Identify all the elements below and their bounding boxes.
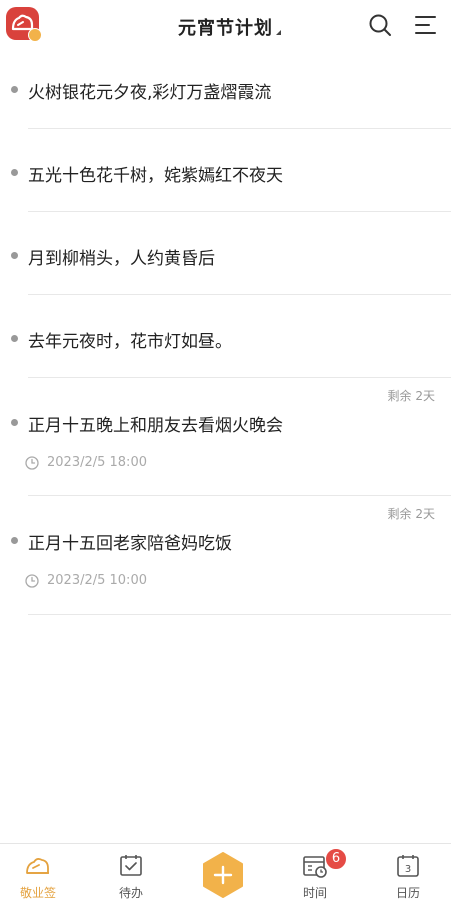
add-button[interactable] xyxy=(200,852,246,898)
bullet-icon xyxy=(11,419,18,426)
notification-badge: 6 xyxy=(325,848,347,870)
tab-label: 敬业签 xyxy=(19,886,56,900)
remaining-days: 剩余 2天 xyxy=(387,389,435,403)
note-list: 火树银花元夕夜,彩灯万盏熠霞流 五光十色花千树，姹紫嫣红不夜天 月到柳梢头，人约… xyxy=(0,46,451,615)
clock-icon xyxy=(25,573,39,588)
bullet-icon xyxy=(11,537,18,544)
tab-todo[interactable]: 待办 xyxy=(96,844,166,909)
calendar-icon: 3 xyxy=(397,855,419,877)
tab-label: 待办 xyxy=(118,886,143,900)
menu-icon[interactable] xyxy=(413,12,439,38)
reminder-time: 2023/2/5 18:00 xyxy=(25,455,147,470)
search-icon[interactable] xyxy=(367,12,393,38)
list-item[interactable]: 五光十色花千树，姹紫嫣红不夜天 xyxy=(11,129,451,212)
bullet-icon xyxy=(11,169,18,176)
tab-jingyeqian[interactable]: 敬业签 xyxy=(3,844,73,909)
reminder-time: 2023/2/5 10:00 xyxy=(25,573,147,588)
list-item[interactable]: 火树银花元夕夜,彩灯万盏熠霞流 xyxy=(11,46,451,129)
item-text: 去年元夜时，花市灯如昼。 xyxy=(28,332,232,352)
list-item[interactable]: 去年元夜时，花市灯如昼。 xyxy=(11,295,451,378)
tab-label: 时间 xyxy=(302,886,327,900)
remaining-days: 剩余 2天 xyxy=(387,507,435,521)
time-text: 2023/2/5 18:00 xyxy=(47,455,147,470)
clock-icon xyxy=(25,455,39,470)
list-item[interactable]: 月到柳梢头，人约黄昏后 xyxy=(11,212,451,295)
item-text: 五光十色花千树，姹紫嫣红不夜天 xyxy=(28,166,283,186)
item-text: 月到柳梢头，人约黄昏后 xyxy=(28,249,215,269)
cloud-note-icon xyxy=(26,857,49,874)
tab-label: 日历 xyxy=(395,886,420,900)
list-item[interactable]: 剩余 2天 正月十五回老家陪爸妈吃饭 2023/2/5 10:00 xyxy=(11,496,451,615)
item-text: 正月十五晚上和朋友去看烟火晚会 xyxy=(28,416,283,436)
title-dropdown-caret-icon[interactable] xyxy=(276,30,281,35)
time-text: 2023/2/5 10:00 xyxy=(47,573,147,588)
calendar-day: 3 xyxy=(405,864,411,875)
bullet-icon xyxy=(11,252,18,259)
item-text: 正月十五回老家陪爸妈吃饭 xyxy=(28,534,232,554)
header: 元宵节计划 xyxy=(0,0,451,52)
bullet-icon xyxy=(11,335,18,342)
todo-check-icon xyxy=(120,855,142,876)
tab-calendar[interactable]: 3 日历 xyxy=(373,844,443,909)
bullet-icon xyxy=(11,86,18,93)
list-item[interactable]: 剩余 2天 正月十五晚上和朋友去看烟火晚会 2023/2/5 18:00 xyxy=(11,378,451,496)
item-text: 火树银花元夕夜,彩灯万盏熠霞流 xyxy=(28,83,272,103)
